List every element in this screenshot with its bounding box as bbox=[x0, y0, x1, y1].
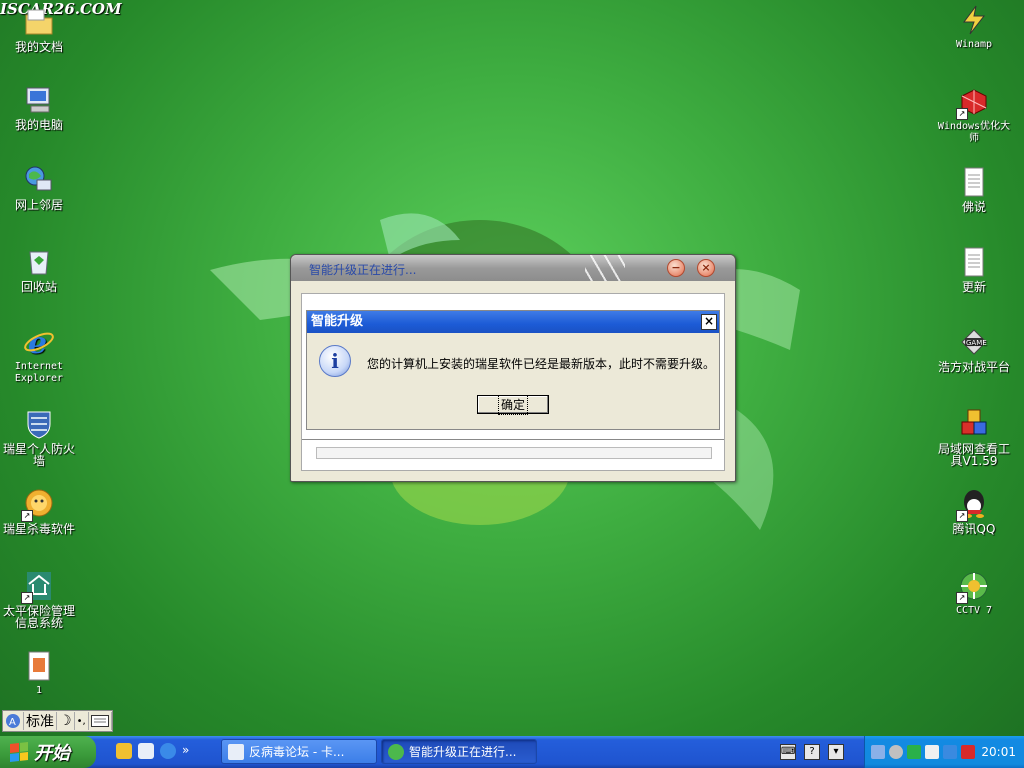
clock[interactable]: 20:01 bbox=[981, 745, 1016, 759]
svg-text:A: A bbox=[9, 717, 16, 728]
desktop-icon-insurance-system[interactable]: ↗ 太平保险管理信息系统 bbox=[0, 570, 78, 629]
shortcut-arrow-icon: ↗ bbox=[956, 108, 968, 120]
firewall-icon bbox=[23, 408, 55, 440]
langbar-options-icon[interactable]: ▾ bbox=[828, 744, 844, 760]
folder-icon bbox=[23, 6, 55, 38]
network-tray-icon[interactable] bbox=[871, 745, 885, 759]
recycle-bin-icon bbox=[23, 246, 55, 278]
keyboard-icon[interactable]: ⌨ bbox=[780, 744, 796, 760]
ime-fullwidth-toggle[interactable]: ☽ bbox=[57, 712, 75, 730]
upgrade-task-icon bbox=[388, 743, 404, 760]
ok-button-label: 确定 bbox=[497, 395, 529, 415]
system-tray: 20:01 bbox=[864, 736, 1024, 768]
optimizer-icon: ↗ bbox=[956, 86, 990, 120]
taskbar: 开始 » 反病毒论坛 - 卡... 智能升级正在进行... ⌨ ? ▾ 20:0… bbox=[0, 736, 1024, 768]
upgrade-progress-window: 智能升级正在进行... − × 智能升级 × i 您的计算机上安装的瑞星软件已经… bbox=[290, 254, 736, 482]
ie-quicklaunch-icon[interactable] bbox=[160, 743, 176, 759]
upgrade-window-titlebar[interactable]: 智能升级正在进行... − × bbox=[291, 255, 735, 281]
desktop-icon-winamp[interactable]: Winamp bbox=[935, 4, 1013, 51]
browser-window-icon bbox=[228, 743, 244, 760]
desktop-icon-haofang[interactable]: GAME 浩方对战平台 bbox=[935, 326, 1013, 373]
insurance-icon: ↗ bbox=[21, 570, 55, 604]
desktop-icon-antivirus[interactable]: ↗ 瑞星杀毒软件 bbox=[0, 488, 78, 535]
task-label: 智能升级正在进行... bbox=[409, 745, 517, 759]
ime-toolbar: A 标准 ☽ •, bbox=[2, 710, 113, 732]
desktop-icon-firewall[interactable]: 瑞星个人防火墙 bbox=[0, 408, 78, 467]
text-file-icon bbox=[958, 246, 990, 278]
desktop-icon-cctv7[interactable]: ↗ CCTV 7 bbox=[935, 570, 1013, 617]
desktop-icon-recycle-bin[interactable]: 回收站 bbox=[0, 246, 78, 293]
winamp-icon bbox=[958, 4, 990, 36]
desktop-icon-foshuo[interactable]: 佛说 bbox=[935, 166, 1013, 213]
antivirus-icon: ↗ bbox=[21, 488, 55, 522]
winamp-quicklaunch-icon[interactable] bbox=[116, 743, 132, 759]
cctv-icon: ↗ bbox=[956, 570, 990, 604]
message-dialog: 智能升级 × i 您的计算机上安装的瑞星软件已经是最新版本，此时不需要升级。 确… bbox=[306, 310, 720, 430]
soft-keyboard-icon[interactable] bbox=[89, 712, 112, 730]
umbrella-tray-icon[interactable] bbox=[907, 745, 921, 759]
antivirus-tray-icon[interactable] bbox=[961, 745, 975, 759]
close-button[interactable]: × bbox=[697, 259, 715, 277]
taskbar-item-antivirus-forum[interactable]: 反病毒论坛 - 卡... bbox=[221, 739, 377, 764]
dialog-message: 您的计算机上安装的瑞星软件已经是最新版本，此时不需要升级。 bbox=[367, 357, 716, 371]
start-label: 开始 bbox=[34, 743, 70, 764]
settings-quicklaunch-icon[interactable] bbox=[138, 743, 154, 759]
firewall-tray-icon[interactable] bbox=[943, 745, 957, 759]
windows-logo-icon bbox=[10, 742, 28, 762]
content-separator bbox=[302, 439, 724, 440]
dialog-title: 智能升级 bbox=[311, 314, 364, 329]
ie-icon: e bbox=[23, 326, 55, 361]
minimize-button[interactable]: − bbox=[667, 259, 685, 277]
start-button[interactable]: 开始 bbox=[0, 736, 96, 768]
quick-launch: » bbox=[116, 743, 189, 759]
language-bar: ⌨ ? ▾ bbox=[780, 744, 844, 760]
desktop-icon-my-documents[interactable]: 我的文档 bbox=[0, 6, 78, 53]
document-icon bbox=[23, 650, 55, 682]
qq-icon: ↗ bbox=[956, 488, 990, 522]
desktop-icon-network[interactable]: 网上邻居 bbox=[0, 164, 78, 211]
desktop-icon-my-computer[interactable]: 我的电脑 bbox=[0, 84, 78, 131]
lan-tool-icon bbox=[958, 408, 990, 440]
network-icon bbox=[23, 164, 55, 196]
desktop-icon-lan-viewer[interactable]: 局域网查看工具V1.59 bbox=[935, 408, 1013, 467]
shortcut-arrow-icon: ↗ bbox=[956, 510, 968, 522]
shortcut-arrow-icon: ↗ bbox=[21, 592, 33, 604]
quicklaunch-chevron-icon[interactable]: » bbox=[182, 743, 189, 759]
svg-text:GAME: GAME bbox=[966, 339, 987, 347]
svg-text:e: e bbox=[28, 326, 47, 358]
desktop-icon-internet-explorer[interactable]: e Internet Explorer bbox=[0, 326, 78, 385]
upgrade-window-content: 智能升级 × i 您的计算机上安装的瑞星软件已经是最新版本，此时不需要升级。 确… bbox=[301, 293, 725, 471]
volume-tray-icon[interactable] bbox=[889, 745, 903, 759]
upgrade-progress-bar bbox=[316, 447, 712, 459]
shortcut-arrow-icon: ↗ bbox=[21, 510, 33, 522]
desktop-icon-qq[interactable]: ↗ 腾讯QQ bbox=[935, 488, 1013, 535]
dialog-titlebar[interactable]: 智能升级 × bbox=[307, 311, 719, 333]
desktop-icon-file-1[interactable]: 1 bbox=[0, 650, 78, 697]
dialog-close-button[interactable]: × bbox=[701, 314, 717, 330]
text-file-icon bbox=[958, 166, 990, 198]
game-icon: GAME bbox=[958, 326, 990, 358]
ime-mode-toggle[interactable]: 标准 bbox=[24, 712, 57, 730]
computer-icon bbox=[23, 84, 55, 116]
help-icon[interactable]: ? bbox=[804, 744, 820, 760]
ok-button[interactable]: 确定 bbox=[477, 395, 549, 415]
pen-tray-icon[interactable] bbox=[925, 745, 939, 759]
ime-logo-icon[interactable]: A bbox=[3, 712, 24, 730]
ime-punctuation-toggle[interactable]: •, bbox=[75, 712, 89, 730]
info-icon: i bbox=[319, 345, 351, 377]
desktop-icon-windows-optimizer[interactable]: ↗ Windows优化大师 bbox=[935, 86, 1013, 145]
taskbar-item-upgrade[interactable]: 智能升级正在进行... bbox=[381, 739, 537, 764]
task-label: 反病毒论坛 - 卡... bbox=[249, 745, 345, 759]
desktop-icon-update[interactable]: 更新 bbox=[935, 246, 1013, 293]
titlebar-stripe-decoration bbox=[585, 255, 625, 281]
shortcut-arrow-icon: ↗ bbox=[956, 592, 968, 604]
upgrade-window-title: 智能升级正在进行... bbox=[309, 263, 417, 277]
